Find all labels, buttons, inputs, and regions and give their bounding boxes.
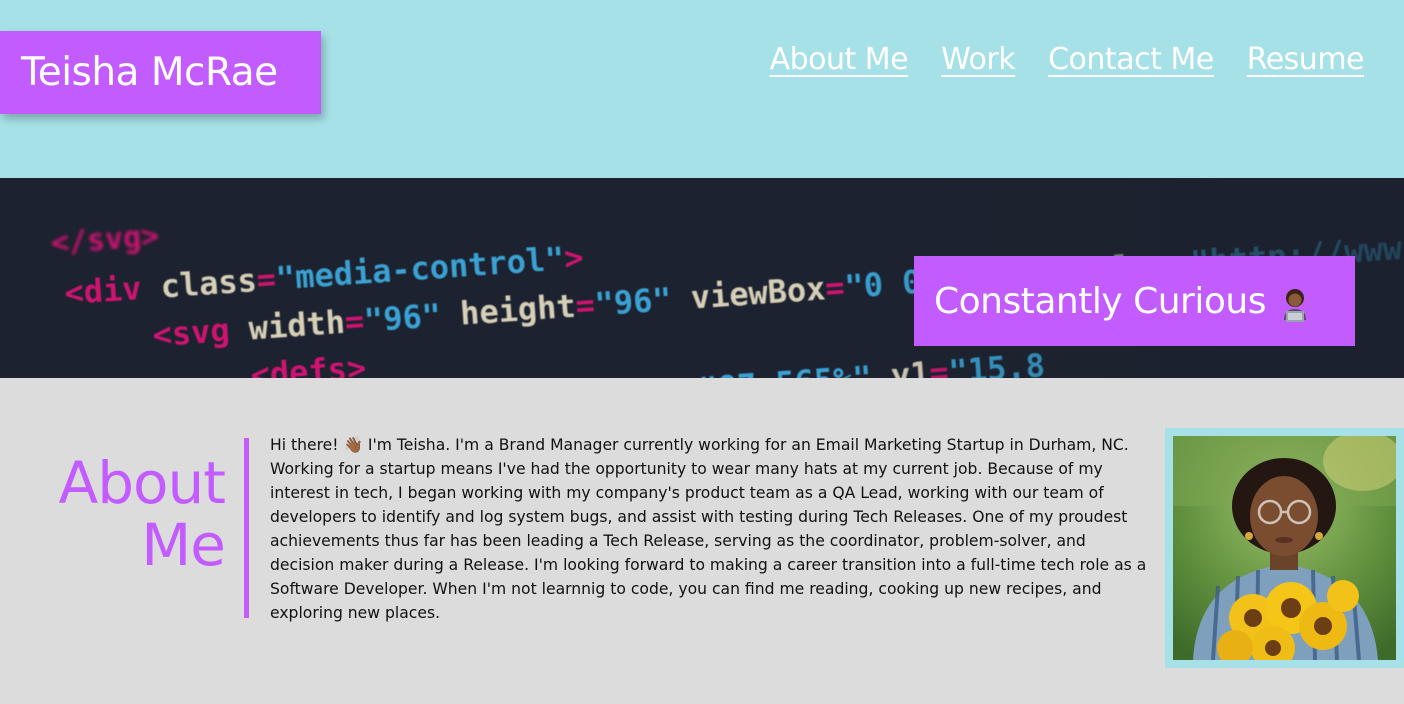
main-nav: About Me Work Contact Me Resume <box>770 42 1365 77</box>
hero-banner: </svg> <div class="media-control"> <svg … <box>0 178 1404 378</box>
nav-link-contact-me[interactable]: Contact Me <box>1048 42 1214 77</box>
profile-photo-frame <box>1165 428 1404 668</box>
nav-link-about-me[interactable]: About Me <box>770 42 909 77</box>
site-header: Teisha McRae About Me Work Contact Me Re… <box>0 0 1404 178</box>
brand-logo[interactable]: Teisha McRae <box>0 31 321 114</box>
about-divider <box>244 438 249 618</box>
profile-photo <box>1173 436 1396 660</box>
nav-link-resume[interactable]: Resume <box>1247 42 1365 77</box>
about-section: About Me Hi there! 👋🏾 I'm Teisha. I'm a … <box>0 378 1404 704</box>
hero-headline: Constantly Curious <box>934 280 1266 322</box>
about-paragraph: Hi there! 👋🏾 I'm Teisha. I'm a Brand Man… <box>270 436 1147 622</box>
about-heading-line1: About <box>58 449 226 517</box>
about-heading-line2: Me <box>141 511 226 579</box>
about-heading: About Me <box>40 449 226 579</box>
woman-technologist-icon <box>1280 287 1310 323</box>
hero-tagline-badge: Constantly Curious <box>914 256 1355 346</box>
brand-name: Teisha McRae <box>21 50 278 95</box>
nav-link-work[interactable]: Work <box>941 42 1015 77</box>
